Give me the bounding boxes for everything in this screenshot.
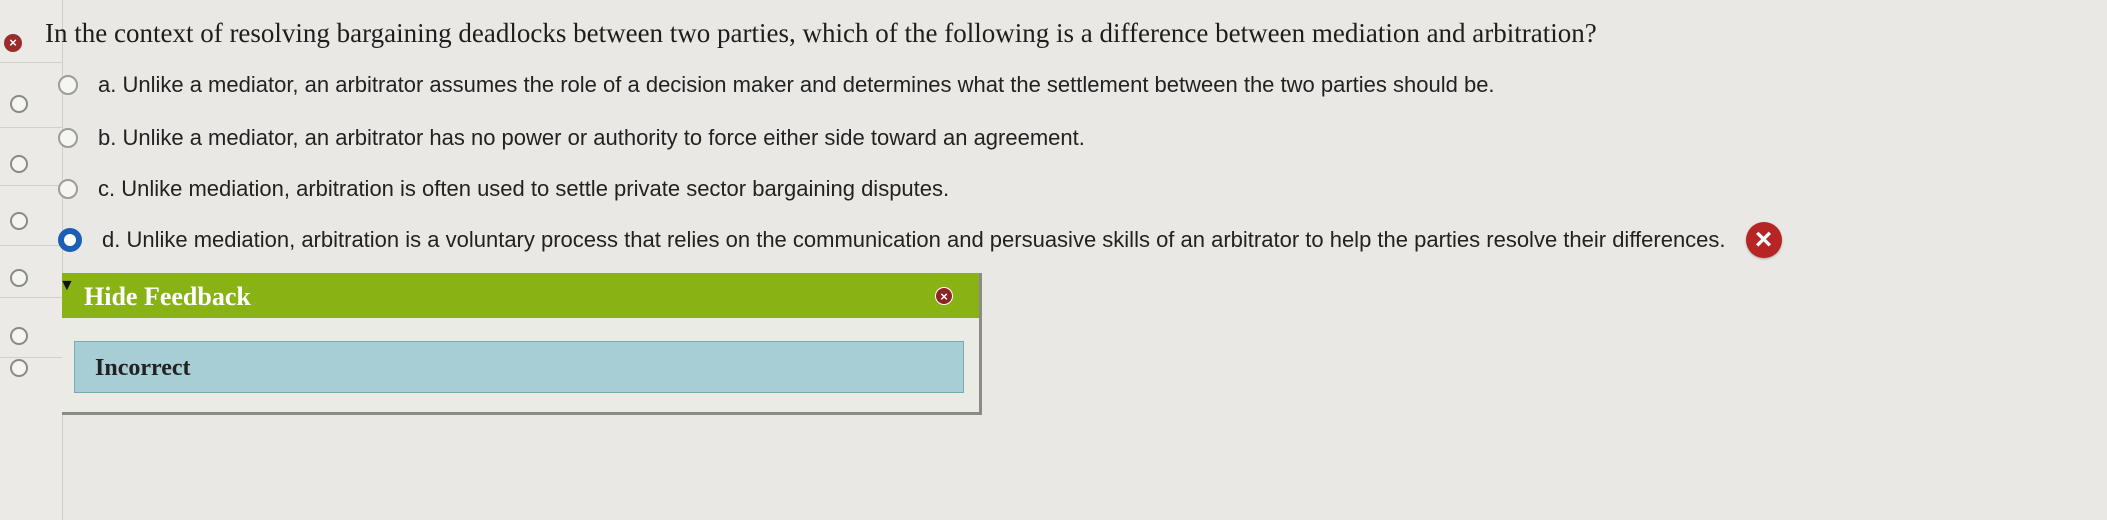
option-label: c. Unlike mediation, arbitration is ofte… <box>98 176 950 201</box>
rail-item[interactable] <box>0 297 62 358</box>
question-text: In the context of resolving bargaining d… <box>45 18 1597 48</box>
option-label: d. Unlike mediation, arbitration is a vo… <box>102 227 1726 252</box>
feedback-panel: ▼ Hide Feedback × Incorrect <box>59 273 982 415</box>
answer-option-b[interactable]: b. Unlike a mediator, an arbitrator has … <box>58 118 1085 158</box>
feedback-result-text: Incorrect <box>95 355 191 381</box>
rail-item[interactable] <box>0 127 62 186</box>
feedback-header[interactable]: ▼ Hide Feedback × <box>59 273 979 318</box>
rail-radio[interactable] <box>10 212 28 230</box>
radio-option-d-selected[interactable] <box>58 228 82 252</box>
collapse-triangle-icon[interactable]: ▼ <box>59 277 75 295</box>
rail-radio[interactable] <box>10 269 28 287</box>
rail-item[interactable] <box>0 62 62 128</box>
answer-option-c[interactable]: c. Unlike mediation, arbitration is ofte… <box>58 169 949 209</box>
rail-item[interactable] <box>0 245 62 298</box>
question-navigation-rail: × <box>0 0 63 520</box>
rail-radio[interactable] <box>10 95 28 113</box>
rail-item[interactable] <box>0 185 62 246</box>
option-label: b. Unlike a mediator, an arbitrator has … <box>98 125 1085 150</box>
radio-option-c[interactable] <box>58 179 78 199</box>
rail-item[interactable] <box>0 357 62 520</box>
radio-option-b[interactable] <box>58 128 78 148</box>
answer-option-a[interactable]: a. Unlike a mediator, an arbitrator assu… <box>58 65 1495 105</box>
rail-radio[interactable] <box>10 327 28 345</box>
feedback-result-box: Incorrect <box>74 341 964 393</box>
radio-option-a[interactable] <box>58 75 78 95</box>
incorrect-x-icon: × <box>1745 222 1782 258</box>
rail-radio[interactable] <box>10 155 28 173</box>
rail-radio[interactable] <box>10 359 28 377</box>
close-icon[interactable]: × <box>935 287 953 305</box>
hide-feedback-toggle[interactable]: Hide Feedback <box>84 282 251 312</box>
answer-option-d[interactable]: d. Unlike mediation, arbitration is a vo… <box>58 220 1782 260</box>
option-label: a. Unlike a mediator, an arbitrator assu… <box>98 72 1495 97</box>
